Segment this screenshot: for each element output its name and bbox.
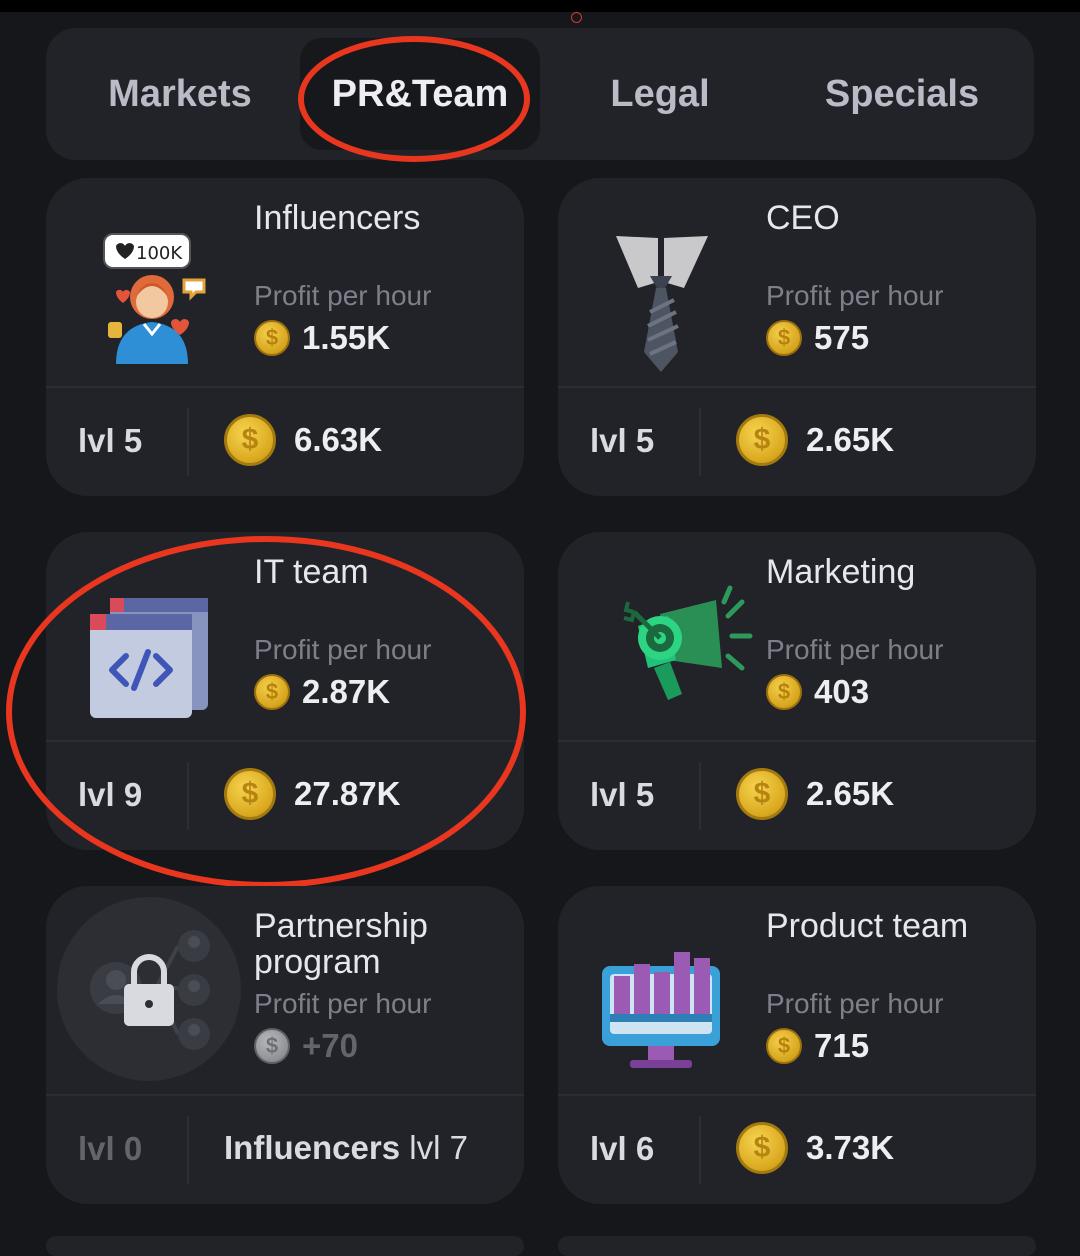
profit-row: $ +70: [254, 1026, 358, 1066]
coin-icon: $: [254, 674, 290, 710]
coin-icon: $: [766, 1028, 802, 1064]
upgrade-price[interactable]: $ 3.73K: [736, 1120, 894, 1176]
camera-dot: [571, 12, 582, 23]
megaphone-target-icon: [598, 556, 768, 726]
coin-icon: $: [254, 1028, 290, 1064]
divider: [187, 1116, 189, 1184]
profit-label: Profit per hour: [766, 280, 944, 311]
code-window-icon: [86, 556, 256, 726]
profit-row: $ 715: [766, 1026, 869, 1066]
divider: [46, 386, 524, 388]
profit-label: Profit per hour: [254, 280, 432, 311]
status-bar: [0, 0, 1080, 12]
level-label: lvl 6: [590, 1130, 655, 1167]
coin-icon: $: [736, 1122, 788, 1174]
divider: [558, 740, 1036, 742]
divider: [699, 408, 701, 476]
profit-label: Profit per hour: [766, 634, 944, 665]
profit-value: 403: [814, 673, 870, 710]
card-title: CEO: [766, 199, 840, 237]
next-card-peek: [558, 1236, 1036, 1256]
monitor-chart-icon: [598, 910, 768, 1080]
divider: [699, 1116, 701, 1184]
upgrade-price[interactable]: $ 27.87K: [224, 766, 400, 822]
profit-row: $ 2.87K: [254, 672, 390, 712]
coin-icon: $: [766, 320, 802, 356]
coin-icon: $: [224, 768, 276, 820]
influencer-icon: 100K: [86, 202, 256, 372]
divider: [558, 386, 1036, 388]
coin-icon: $: [736, 414, 788, 466]
price-value: 3.73K: [806, 1129, 895, 1166]
coin-icon: $: [736, 768, 788, 820]
card-title: Marketing: [766, 553, 916, 591]
profit-value: 715: [814, 1027, 870, 1064]
card-title: Product team: [766, 907, 969, 945]
profit-row: $ 1.55K: [254, 318, 390, 358]
profit-row: $ 403: [766, 672, 869, 712]
profit-value: 2.87K: [302, 673, 391, 710]
level-label: lvl 5: [590, 422, 655, 459]
profit-value: 575: [814, 319, 870, 356]
tab-legal[interactable]: Legal: [540, 38, 780, 150]
tab-specials[interactable]: Specials: [782, 38, 1022, 150]
upgrade-price[interactable]: $ 2.65K: [736, 766, 894, 822]
requirement-text: Influencers lvl 7: [224, 1129, 468, 1167]
card-it-team[interactable]: IT team Profit per hour $ 2.87K lvl 9 $ …: [46, 532, 524, 850]
level-label: lvl 0: [78, 1130, 143, 1167]
card-product-team[interactable]: Product team Profit per hour $ 715 lvl 6…: [558, 886, 1036, 1204]
coin-icon: $: [224, 414, 276, 466]
level-label: lvl 5: [590, 776, 655, 813]
price-value: 2.65K: [806, 421, 895, 458]
level-label: lvl 9: [78, 776, 143, 813]
divider: [46, 740, 524, 742]
card-marketing[interactable]: Marketing Profit per hour $ 403 lvl 5 $ …: [558, 532, 1036, 850]
level-label: lvl 5: [78, 422, 143, 459]
price-value: 2.65K: [806, 775, 895, 812]
profit-label: Profit per hour: [254, 988, 432, 1019]
card-influencers[interactable]: 100K Influencers Profit per hour $ 1.55K…: [46, 178, 524, 496]
tab-markets[interactable]: Markets: [60, 38, 300, 150]
upgrade-price[interactable]: $ 6.63K: [224, 412, 382, 468]
coin-icon: $: [766, 674, 802, 710]
divider: [699, 762, 701, 830]
requirement-level: lvl 7: [409, 1129, 468, 1166]
profit-label: Profit per hour: [254, 634, 432, 665]
card-title: Partnership program: [254, 907, 428, 981]
next-card-peek: [46, 1236, 524, 1256]
divider: [187, 408, 189, 476]
tie-icon: [598, 202, 768, 372]
divider: [187, 762, 189, 830]
card-title: IT team: [254, 553, 369, 591]
card-title: Influencers: [254, 199, 421, 237]
price-value: 6.63K: [294, 421, 383, 458]
profit-label: Profit per hour: [766, 988, 944, 1019]
unlock-requirement: Influencers lvl 7: [224, 1120, 468, 1176]
profit-row: $ 575: [766, 318, 869, 358]
coin-icon: $: [254, 320, 290, 356]
profit-value: 1.55K: [302, 319, 391, 356]
locked-network-icon: [56, 896, 242, 1082]
card-partnership-program[interactable]: Partnership program Profit per hour $ +7…: [46, 886, 524, 1204]
tab-pr-team[interactable]: PR&Team: [300, 38, 540, 150]
category-tabbar: Markets PR&Team Legal Specials: [46, 28, 1034, 160]
requirement-name: Influencers: [224, 1129, 401, 1166]
profit-value: +70: [302, 1027, 358, 1064]
upgrade-price[interactable]: $ 2.65K: [736, 412, 894, 468]
divider: [46, 1094, 524, 1096]
card-ceo[interactable]: CEO Profit per hour $ 575 lvl 5 $ 2.65K: [558, 178, 1036, 496]
price-value: 27.87K: [294, 775, 401, 812]
divider: [558, 1094, 1036, 1096]
icon-badge-text: 100K: [136, 243, 183, 264]
